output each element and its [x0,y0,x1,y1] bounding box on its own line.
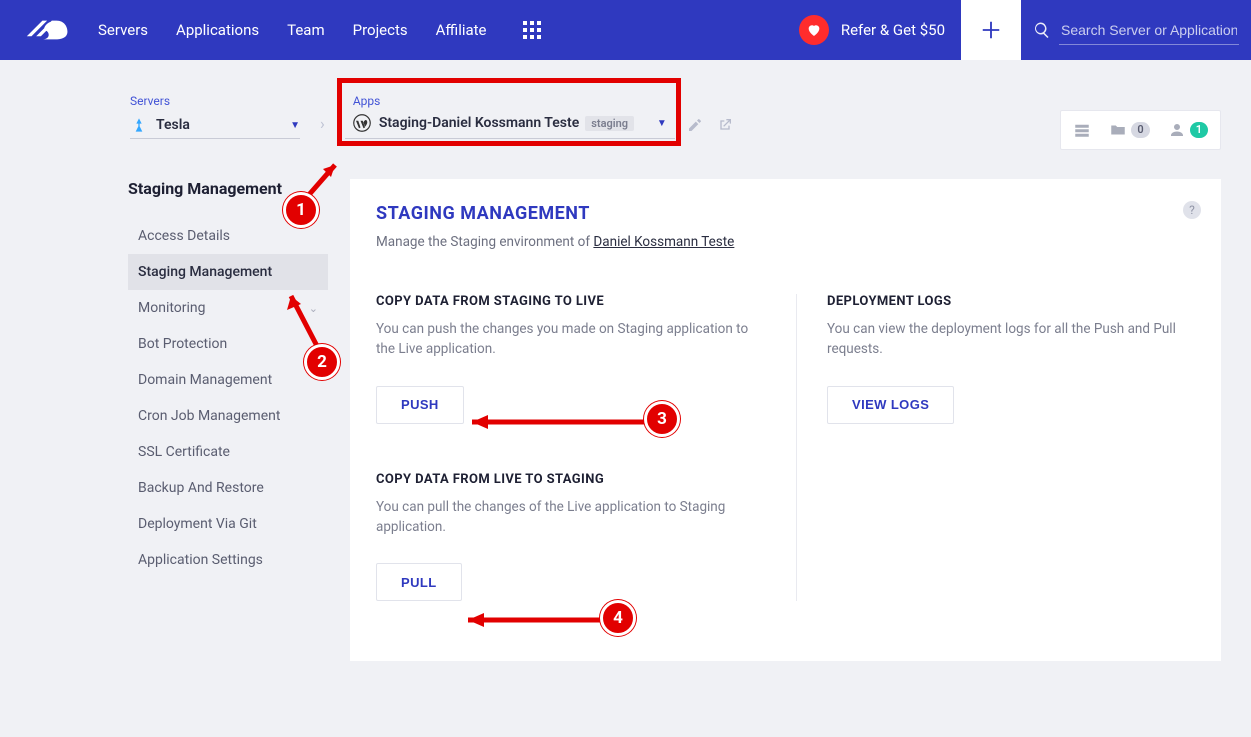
pull-button[interactable]: PULL [376,563,462,601]
sidebar-item-application-settings[interactable]: Application Settings [128,542,328,578]
refer-text: Refer & Get $50 [841,21,945,39]
annotation-box-1 [337,78,681,146]
projects-count: 0 [1131,122,1149,138]
wordpress-icon [353,114,371,132]
sidebar: Staging Management Access Details Staging… [128,179,328,661]
sidebar-item-backup-and-restore[interactable]: Backup And Restore [128,470,328,506]
sidebar-item-label: Cron Job Management [138,408,280,424]
nav-link-applications[interactable]: Applications [162,21,273,39]
nav-links: Servers Applications Team Projects Affil… [84,21,501,39]
sidebar-section-title: Staging Management [128,179,328,198]
sidebar-item-monitoring[interactable]: Monitoring ⌄ [128,290,328,326]
projects-tool[interactable]: 0 [1109,121,1149,139]
staging-panel: ? STAGING MANAGEMENT Manage the Staging … [350,179,1221,661]
logs-desc: You can view the deployment logs for all… [827,319,1195,360]
sidebar-item-label: Staging Management [138,264,272,280]
sidebar-item-deployment-via-git[interactable]: Deployment Via Git [128,506,328,542]
list-view-icon[interactable] [1073,121,1091,139]
push-title: COPY DATA FROM STAGING TO LIVE [376,294,766,309]
sidebar-item-staging-management[interactable]: Staging Management [128,254,328,290]
sidebar-item-label: SSL Certificate [138,444,230,460]
sidebar-item-label: Domain Management [138,372,272,388]
panel-title: STAGING MANAGEMENT [376,203,1195,224]
brand-logo[interactable] [14,10,74,50]
users-tool[interactable]: 1 [1168,121,1208,139]
sidebar-item-label: Monitoring [138,300,206,316]
panel-subtitle: Manage the Staging environment of Daniel… [376,234,1195,250]
staging-tag: staging [585,116,634,131]
push-button[interactable]: PUSH [376,386,464,424]
sidebar-item-label: Application Settings [138,552,263,568]
live-app-link[interactable]: Daniel Kossmann Teste [593,234,734,250]
breadcrumb-arrow-icon: › [320,114,325,133]
view-logs-button[interactable]: VIEW LOGS [827,386,954,424]
search-input[interactable] [1059,16,1239,45]
sidebar-item-label: Backup And Restore [138,480,264,496]
servers-label: Servers [130,94,300,108]
search-wrap [1021,16,1251,45]
refer-link[interactable]: Refer & Get $50 [783,15,961,45]
sidebar-item-domain-management[interactable]: Domain Management [128,362,328,398]
apps-label: Apps [353,94,667,108]
search-icon [1033,21,1051,39]
sidebar-item-bot-protection[interactable]: Bot Protection [128,326,328,362]
main-content: Staging Management Access Details Staging… [0,139,1251,691]
panel-left-column: COPY DATA FROM STAGING TO LIVE You can p… [376,294,796,601]
add-button[interactable] [961,0,1021,60]
app-selector[interactable]: Apps Staging-Daniel Kossmann Teste stagi… [345,88,675,139]
panel-subtitle-prefix: Manage the Staging environment of [376,234,593,250]
app-actions [687,117,733,133]
sidebar-item-label: Bot Protection [138,336,227,352]
topbar-right: Refer & Get $50 [783,0,1251,60]
context-toolbar: 0 1 [1060,110,1221,150]
help-icon[interactable]: ? [1183,201,1201,219]
top-navbar: Servers Applications Team Projects Affil… [0,0,1251,60]
users-count: 1 [1190,122,1208,138]
panel-right-column: DEPLOYMENT LOGS You can view the deploym… [796,294,1195,601]
pull-title: COPY DATA FROM LIVE TO STAGING [376,472,766,487]
server-name: Tesla [156,117,190,133]
nav-link-projects[interactable]: Projects [339,21,422,39]
push-desc: You can push the changes you made on Sta… [376,319,756,360]
pull-desc: You can pull the changes of the Live app… [376,497,756,538]
nav-link-servers[interactable]: Servers [84,21,162,39]
edit-icon[interactable] [687,117,703,133]
chevron-down-icon: ⌄ [309,302,318,315]
apps-grid-icon[interactable] [523,21,541,39]
sidebar-item-label: Access Details [138,228,230,244]
server-selector[interactable]: Servers Tesla ▼ [130,94,300,139]
app-name: Staging-Daniel Kossmann Teste [379,115,579,131]
heart-icon [799,15,829,45]
chevron-down-icon: ▼ [290,120,300,131]
sidebar-item-label: Deployment Via Git [138,516,257,532]
nav-link-affiliate[interactable]: Affiliate [422,21,501,39]
sidebar-item-cron-job-management[interactable]: Cron Job Management [128,398,328,434]
provider-icon [130,116,148,134]
sidebar-item-ssl-certificate[interactable]: SSL Certificate [128,434,328,470]
nav-link-team[interactable]: Team [273,21,339,39]
logs-title: DEPLOYMENT LOGS [827,294,1195,309]
chevron-down-icon: ▼ [657,118,667,129]
sidebar-item-access-details[interactable]: Access Details [128,218,328,254]
external-link-icon[interactable] [717,117,733,133]
